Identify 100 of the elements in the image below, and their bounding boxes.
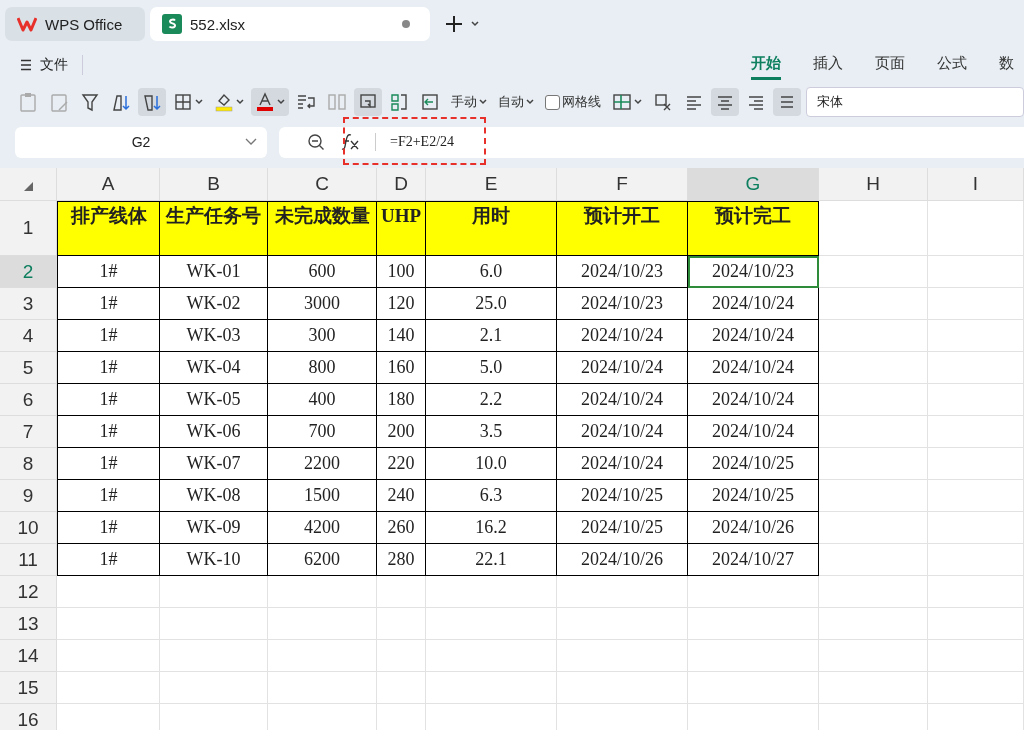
column-header[interactable]: A bbox=[57, 168, 160, 201]
plus-icon[interactable] bbox=[445, 15, 463, 33]
empty-cell[interactable] bbox=[928, 352, 1024, 384]
empty-cell[interactable] bbox=[377, 672, 426, 704]
column-header[interactable]: F bbox=[557, 168, 688, 201]
empty-cell[interactable] bbox=[268, 608, 377, 640]
empty-cell[interactable] bbox=[557, 640, 688, 672]
row-header[interactable]: 12 bbox=[0, 576, 57, 608]
ribbon-tab[interactable]: 数 bbox=[999, 50, 1014, 80]
ribbon-tab[interactable]: 开始 bbox=[751, 50, 781, 80]
empty-cell[interactable] bbox=[557, 608, 688, 640]
empty-cell[interactable] bbox=[819, 256, 928, 288]
column-header[interactable]: I bbox=[928, 168, 1024, 201]
row-header[interactable]: 8 bbox=[0, 448, 57, 480]
empty-cell[interactable] bbox=[928, 640, 1024, 672]
empty-cell[interactable] bbox=[688, 672, 819, 704]
empty-cell[interactable] bbox=[928, 201, 1024, 256]
column-header[interactable]: C bbox=[268, 168, 377, 201]
empty-cell[interactable] bbox=[688, 576, 819, 608]
sort-descending-button[interactable] bbox=[138, 88, 166, 116]
empty-cell[interactable] bbox=[928, 512, 1024, 544]
ribbon-tab[interactable]: 公式 bbox=[937, 50, 967, 80]
empty-cell[interactable] bbox=[377, 608, 426, 640]
ribbon-tab[interactable]: 插入 bbox=[813, 50, 843, 80]
empty-cell[interactable] bbox=[928, 608, 1024, 640]
empty-cell[interactable] bbox=[819, 512, 928, 544]
ribbon-tab[interactable]: 页面 bbox=[875, 50, 905, 80]
empty-cell[interactable] bbox=[819, 288, 928, 320]
empty-cell[interactable] bbox=[268, 672, 377, 704]
row-header[interactable]: 14 bbox=[0, 640, 57, 672]
empty-cell[interactable] bbox=[688, 608, 819, 640]
empty-cell[interactable] bbox=[928, 544, 1024, 576]
font-field[interactable]: 宋体 bbox=[806, 87, 1024, 117]
empty-cell[interactable] bbox=[819, 608, 928, 640]
column-header[interactable]: G bbox=[688, 168, 819, 201]
font-color-button[interactable] bbox=[251, 88, 289, 116]
row-header[interactable]: 6 bbox=[0, 384, 57, 416]
empty-cell[interactable] bbox=[819, 576, 928, 608]
empty-cell[interactable] bbox=[928, 384, 1024, 416]
empty-cell[interactable] bbox=[557, 576, 688, 608]
row-header[interactable]: 9 bbox=[0, 480, 57, 512]
empty-cell[interactable] bbox=[377, 640, 426, 672]
row-header[interactable]: 2 bbox=[0, 256, 57, 288]
empty-cell[interactable] bbox=[160, 576, 268, 608]
row-header[interactable]: 3 bbox=[0, 288, 57, 320]
column-header[interactable]: H bbox=[819, 168, 928, 201]
empty-cell[interactable] bbox=[426, 608, 557, 640]
empty-cell[interactable] bbox=[426, 576, 557, 608]
checkbox[interactable] bbox=[545, 94, 560, 110]
empty-cell[interactable] bbox=[377, 576, 426, 608]
empty-cell[interactable] bbox=[819, 480, 928, 512]
empty-cell[interactable] bbox=[819, 448, 928, 480]
empty-cell[interactable] bbox=[928, 448, 1024, 480]
empty-cell[interactable] bbox=[819, 640, 928, 672]
tab[interactable]: 552.xlsx bbox=[150, 7, 430, 41]
row-header[interactable]: 16 bbox=[0, 704, 57, 730]
row-header[interactable]: 11 bbox=[0, 544, 57, 576]
empty-cell[interactable] bbox=[819, 320, 928, 352]
empty-cell[interactable] bbox=[928, 256, 1024, 288]
column-header[interactable]: B bbox=[160, 168, 268, 201]
gridlines-checkbox[interactable]: 网格线 bbox=[541, 88, 605, 116]
empty-cell[interactable] bbox=[819, 416, 928, 448]
row-header[interactable]: 5 bbox=[0, 352, 57, 384]
empty-cell[interactable] bbox=[426, 640, 557, 672]
function-icon[interactable] bbox=[339, 133, 361, 151]
formula-field[interactable]: =F2+E2/24 bbox=[279, 126, 1024, 158]
row-header[interactable]: 1 bbox=[0, 201, 57, 256]
align-center-button[interactable] bbox=[711, 88, 739, 116]
empty-cell[interactable] bbox=[557, 672, 688, 704]
empty-cell[interactable] bbox=[819, 352, 928, 384]
empty-cell[interactable] bbox=[928, 320, 1024, 352]
row-header[interactable]: 13 bbox=[0, 608, 57, 640]
empty-cell[interactable] bbox=[819, 672, 928, 704]
empty-cell[interactable] bbox=[928, 480, 1024, 512]
tab[interactable]: WPS Office bbox=[5, 7, 145, 41]
active-cell[interactable]: 2024/10/23 bbox=[688, 256, 819, 288]
dropdown-button[interactable]: 自动 bbox=[494, 88, 538, 116]
row-header[interactable]: 7 bbox=[0, 416, 57, 448]
empty-cell[interactable] bbox=[928, 576, 1024, 608]
row-header[interactable]: 4 bbox=[0, 320, 57, 352]
name-box[interactable]: G2 bbox=[15, 126, 267, 158]
dropdown-button[interactable]: 手动 bbox=[447, 88, 491, 116]
file-menu[interactable]: 文件 bbox=[20, 56, 68, 74]
column-header[interactable]: D bbox=[377, 168, 426, 201]
row-header[interactable]: 10 bbox=[0, 512, 57, 544]
empty-cell[interactable] bbox=[688, 640, 819, 672]
column-header[interactable]: E bbox=[426, 168, 557, 201]
empty-cell[interactable] bbox=[928, 416, 1024, 448]
row-header[interactable]: 15 bbox=[0, 672, 57, 704]
empty-cell[interactable] bbox=[928, 288, 1024, 320]
empty-cell[interactable] bbox=[268, 640, 377, 672]
empty-cell[interactable] bbox=[426, 672, 557, 704]
zoom-icon[interactable] bbox=[307, 133, 325, 151]
empty-cell[interactable] bbox=[819, 384, 928, 416]
empty-cell[interactable] bbox=[160, 640, 268, 672]
empty-cell[interactable] bbox=[928, 672, 1024, 704]
select-all-icon[interactable] bbox=[23, 182, 33, 191]
empty-cell[interactable] bbox=[819, 544, 928, 576]
empty-cell[interactable] bbox=[160, 672, 268, 704]
distributed-align-button[interactable] bbox=[773, 88, 801, 116]
